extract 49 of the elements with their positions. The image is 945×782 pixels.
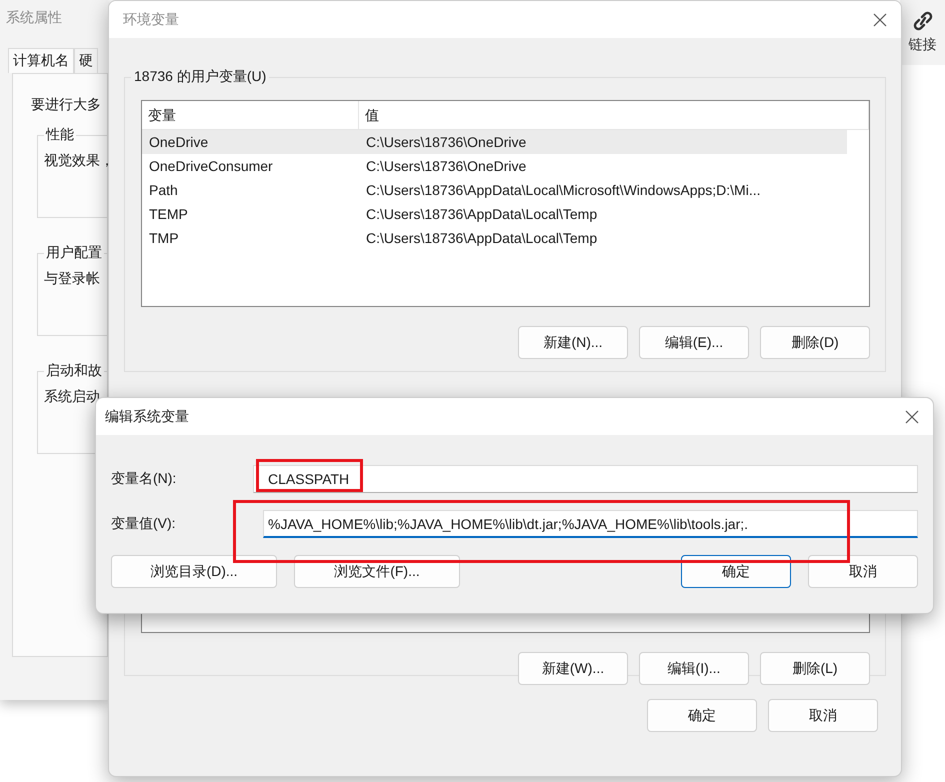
group-title: 用户配置 [45, 244, 103, 262]
tab[interactable]: 计算机名 [8, 48, 74, 73]
group-title: 启动和故 [45, 362, 103, 380]
group-title: 18736 的用户变量(U) [131, 68, 270, 86]
table-row[interactable]: TEMP C:\Users\18736\AppData\Local\Temp [142, 202, 847, 226]
table-row[interactable]: OneDrive C:\Users\18736\OneDrive [142, 130, 847, 154]
input-field[interactable]: %JAVA_HOME%\lib;%JAVA_HOME%\lib\dt.jar;%JAVA_HOME%\lib\tools.jar;. [263, 510, 918, 538]
table-cell-text: Path [148, 182, 179, 198]
table-cell-text: C:\Users\18736\AppData\Local\Microsoft\WindowsApps;D:\Mi... [365, 182, 762, 198]
column-header[interactable]: 值 [359, 101, 869, 129]
table-cell-text: C:\Users\18736\AppData\Local\Temp [365, 206, 598, 222]
table-cell-text: C:\Users\18736\OneDrive [365, 158, 528, 174]
table-row[interactable]: OneDriveConsumer C:\Users\18736\OneDrive [142, 154, 847, 178]
dialog-title: 编辑系统变量 [105, 408, 189, 426]
table-cell-text: TEMP [148, 206, 189, 222]
dialog-button[interactable]: 浏览文件(F)... [294, 555, 460, 588]
input-field[interactable]: CLASSPATH [253, 465, 918, 493]
link-icon[interactable] [912, 10, 932, 32]
table-row[interactable]: TMP C:\Users\18736\AppData\Local\Temp [142, 226, 847, 250]
table-cell-text: TMP [148, 230, 180, 246]
table-cell-text: C:\Users\18736\AppData\Local\Temp [365, 230, 598, 246]
close-icon[interactable] [873, 12, 887, 26]
window-title: 系统属性 [6, 9, 62, 27]
dialog-button[interactable]: 取消 [768, 699, 878, 732]
field-label: 变量名(N): [111, 470, 178, 488]
dialog-button[interactable]: 新建(N)... [518, 326, 628, 359]
field-label: 变量值(V): [111, 515, 177, 533]
dialog-button[interactable]: 编辑(I)... [639, 652, 749, 685]
link-label[interactable]: 链接 [908, 36, 936, 54]
description-text: 与登录帐 [44, 270, 101, 288]
dialog-button[interactable]: 编辑(E)... [639, 326, 749, 359]
dialog-button[interactable]: 浏览目录(D)... [111, 555, 277, 588]
description-text: 要进行大多 [31, 96, 102, 114]
close-icon[interactable] [905, 410, 919, 424]
dialog-button[interactable]: 删除(D) [760, 326, 870, 359]
dialog-button[interactable]: 取消 [808, 555, 918, 588]
dialog-button[interactable]: 新建(W)... [518, 652, 628, 685]
table-row[interactable]: Path C:\Users\18736\AppData\Local\Microsoft\WindowsApps;D:\Mi... [142, 178, 847, 202]
table-cell-text: OneDrive [148, 134, 210, 150]
dialog-button[interactable]: 删除(L) [760, 652, 870, 685]
tab[interactable]: 硬 [74, 48, 98, 73]
dialog-button[interactable]: 确定 [647, 699, 757, 732]
description-text: 视觉效果， [44, 152, 108, 170]
column-header[interactable]: 变量 [142, 101, 359, 129]
window-title: 环境变量 [123, 10, 179, 28]
dialog-button[interactable]: 确定 [681, 555, 791, 588]
table-cell-text: C:\Users\18736\OneDrive [365, 134, 528, 150]
table-cell-text: OneDriveConsumer [148, 158, 274, 174]
group-title: 性能 [44, 126, 75, 144]
